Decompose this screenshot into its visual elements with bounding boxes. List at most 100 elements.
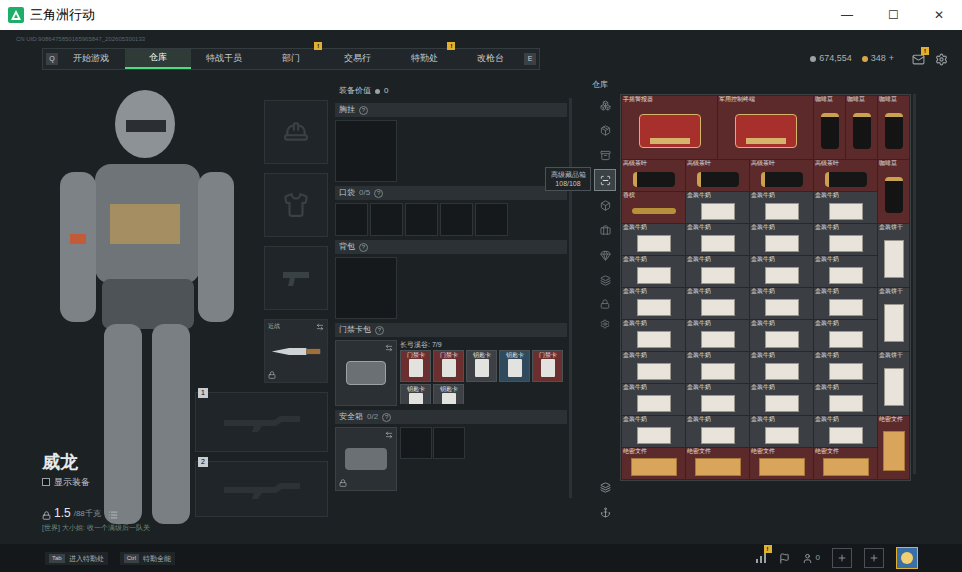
help-icon[interactable]: ? [359, 106, 368, 115]
main-tab[interactable]: 特战干员 [191, 49, 258, 69]
help-icon[interactable]: ? [382, 413, 391, 422]
safe-slot[interactable] [433, 427, 465, 459]
equipment-slot[interactable] [264, 246, 328, 310]
window-control-button[interactable]: ☐ [870, 0, 916, 30]
pocket-slot[interactable] [370, 203, 403, 236]
warehouse-item[interactable]: 咖啡豆 [814, 96, 845, 159]
warehouse-tab[interactable] [594, 144, 616, 166]
warehouse-item[interactable]: 香槟 [622, 192, 685, 223]
keycard[interactable]: 门禁卡 [532, 350, 563, 382]
main-tab[interactable]: 仓库 [125, 49, 192, 69]
warehouse-item[interactable]: 盒装牛奶 [622, 352, 685, 383]
friends-count[interactable]: 0 [802, 552, 820, 564]
warehouse-item[interactable]: 高级茶叶 [750, 160, 813, 191]
window-control-button[interactable]: — [824, 0, 870, 30]
stats-button[interactable]: ! [755, 552, 767, 564]
warehouse-item[interactable]: 盒装牛奶 [686, 224, 749, 255]
warehouse-item[interactable]: 盒装牛奶 [750, 192, 813, 223]
chest-slot[interactable] [335, 120, 397, 182]
weapon-slot[interactable]: 1 [195, 392, 328, 452]
warehouse-item[interactable]: 盒装牛奶 [814, 192, 877, 223]
swap-icon[interactable] [316, 323, 324, 331]
warehouse-item[interactable]: 盒装牛奶 [814, 416, 877, 447]
warehouse-tab[interactable] [594, 169, 616, 191]
warehouse-item[interactable]: 高级茶叶 [686, 160, 749, 191]
warehouse-item[interactable]: 高级茶叶 [622, 160, 685, 191]
main-tab[interactable]: 开始游戏 [58, 49, 125, 69]
warehouse-tab[interactable] [594, 194, 616, 216]
warehouse-item[interactable]: 盒装牛奶 [686, 384, 749, 415]
warehouse-item[interactable]: 盒装牛奶 [750, 384, 813, 415]
pocket-slot[interactable] [440, 203, 473, 236]
add-party-button[interactable] [864, 548, 884, 568]
add-party-button[interactable] [832, 548, 852, 568]
warehouse-item[interactable]: 盒装牛奶 [686, 416, 749, 447]
scrollbar[interactable] [569, 98, 572, 498]
warehouse-item[interactable]: 盒装牛奶 [686, 352, 749, 383]
player-avatar[interactable] [896, 547, 918, 569]
warehouse-item[interactable]: 盒装牛奶 [814, 320, 877, 351]
warehouse-item[interactable]: 军用控制终端 [718, 96, 813, 159]
warehouse-item[interactable]: 盒装牛奶 [622, 416, 685, 447]
flag-icon[interactable] [779, 553, 790, 564]
help-icon[interactable]: ? [375, 326, 384, 335]
warehouse-item[interactable]: 盒装牛奶 [686, 192, 749, 223]
main-tab[interactable]: 改枪台 [457, 49, 524, 69]
pocket-slot[interactable] [475, 203, 508, 236]
show-equipment-checkbox[interactable]: 显示装备 [42, 476, 195, 490]
warehouse-tab[interactable] [594, 219, 616, 241]
next-tab-key[interactable]: E [524, 53, 536, 65]
warehouse-item[interactable]: 盒装牛奶 [622, 256, 685, 287]
warehouse-item[interactable]: 盒装牛奶 [750, 416, 813, 447]
warehouse-item[interactable]: 盒装牛奶 [750, 320, 813, 351]
help-icon[interactable]: ? [359, 243, 368, 252]
key-hint[interactable]: Tab进入特勤处 [45, 552, 108, 565]
warehouse-item[interactable]: 绝密文件 [686, 448, 749, 479]
warehouse-item[interactable]: 咖啡豆 [878, 160, 909, 223]
keycard[interactable]: 钥匙卡 [499, 350, 530, 382]
list-icon[interactable] [108, 510, 118, 520]
warehouse-item[interactable]: 盒装牛奶 [750, 224, 813, 255]
warehouse-item[interactable]: 盒装牛奶 [622, 224, 685, 255]
layers-icon[interactable] [600, 482, 611, 493]
main-tab[interactable]: 特勤处! [391, 49, 458, 69]
warehouse-tab[interactable] [594, 119, 616, 141]
equipment-slot[interactable] [264, 100, 328, 164]
warehouse-item[interactable]: 咖啡豆 [878, 96, 909, 159]
warehouse-item[interactable]: 盒装牛奶 [686, 320, 749, 351]
warehouse-item[interactable]: 盒装牛奶 [750, 256, 813, 287]
window-control-button[interactable]: ✕ [916, 0, 962, 30]
add-currency-button[interactable]: + [889, 52, 894, 66]
key-hint[interactable]: Ctrl特勤全能 [120, 552, 175, 565]
pocket-slot[interactable] [405, 203, 438, 236]
warehouse-tab[interactable] [594, 94, 616, 116]
main-tab[interactable]: 交易行 [324, 49, 391, 69]
warehouse-item[interactable]: 盒装牛奶 [622, 288, 685, 319]
keycard[interactable]: 门禁卡 [433, 350, 464, 382]
warehouse-item[interactable]: 盒装牛奶 [622, 384, 685, 415]
main-tab[interactable]: 部门! [258, 49, 325, 69]
warehouse-item[interactable]: 盒装牛奶 [750, 288, 813, 319]
warehouse-tab[interactable] [594, 244, 616, 266]
warehouse-item[interactable]: 绝密文件 [750, 448, 813, 479]
gear-icon[interactable] [600, 319, 610, 329]
warehouse-item[interactable]: 绝密文件 [622, 448, 685, 479]
warehouse-item[interactable]: 盒装牛奶 [686, 288, 749, 319]
pocket-slot[interactable] [335, 203, 368, 236]
warehouse-item[interactable]: 盒装牛奶 [750, 352, 813, 383]
warehouse-item[interactable]: 高级茶叶 [814, 160, 877, 191]
equipment-slot[interactable] [264, 173, 328, 237]
prev-tab-key[interactable]: Q [46, 53, 58, 65]
warehouse-item[interactable]: 盒装牛奶 [814, 352, 877, 383]
mail-button[interactable]: ! [912, 53, 925, 66]
warehouse-item[interactable]: 盒装牛奶 [814, 384, 877, 415]
warehouse-item[interactable]: 绝密文件 [878, 416, 909, 479]
safe-box-slot[interactable] [335, 427, 397, 491]
swap-icon[interactable] [385, 431, 393, 439]
swap-icon[interactable] [385, 344, 393, 352]
warehouse-item[interactable]: 咖啡豆 [846, 96, 877, 159]
anchor-icon[interactable] [600, 507, 611, 518]
warehouse-item[interactable]: 绝密文件 [814, 448, 877, 479]
warehouse-item[interactable]: 盒装饼干 [878, 352, 909, 415]
safe-slot[interactable] [400, 427, 432, 459]
